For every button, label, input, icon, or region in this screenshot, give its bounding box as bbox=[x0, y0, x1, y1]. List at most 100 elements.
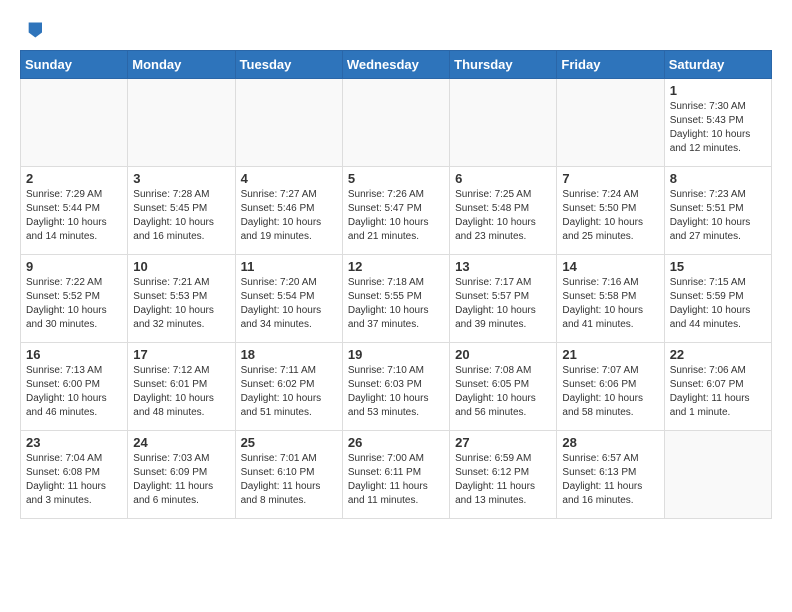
col-header-saturday: Saturday bbox=[664, 51, 771, 79]
calendar-week-4: 16 Sunrise: 7:13 AM Sunset: 6:00 PM Dayli… bbox=[21, 343, 772, 431]
calendar-day-cell: 7 Sunrise: 7:24 AM Sunset: 5:50 PM Daylig… bbox=[557, 167, 664, 255]
calendar-day-cell bbox=[664, 431, 771, 519]
calendar-day-cell: 25 Sunrise: 7:01 AM Sunset: 6:10 PM Dayli… bbox=[235, 431, 342, 519]
day-number: 27 bbox=[455, 435, 551, 450]
calendar-day-cell: 26 Sunrise: 7:00 AM Sunset: 6:11 PM Dayli… bbox=[342, 431, 449, 519]
day-number: 26 bbox=[348, 435, 444, 450]
day-info: Sunrise: 7:07 AM Sunset: 6:06 PM Dayligh… bbox=[562, 364, 658, 420]
day-number: 21 bbox=[562, 347, 658, 362]
calendar-day-cell: 5 Sunrise: 7:26 AM Sunset: 5:47 PM Daylig… bbox=[342, 167, 449, 255]
day-number: 9 bbox=[26, 259, 122, 274]
day-number: 3 bbox=[133, 171, 229, 186]
day-info: Sunrise: 7:24 AM Sunset: 5:50 PM Dayligh… bbox=[562, 188, 658, 244]
calendar-day-cell: 13 Sunrise: 7:17 AM Sunset: 5:57 PM Dayli… bbox=[450, 255, 557, 343]
calendar-day-cell: 28 Sunrise: 6:57 AM Sunset: 6:13 PM Dayli… bbox=[557, 431, 664, 519]
day-info: Sunrise: 7:18 AM Sunset: 5:55 PM Dayligh… bbox=[348, 276, 444, 332]
day-number: 2 bbox=[26, 171, 122, 186]
col-header-tuesday: Tuesday bbox=[235, 51, 342, 79]
day-number: 10 bbox=[133, 259, 229, 274]
calendar-day-cell: 19 Sunrise: 7:10 AM Sunset: 6:03 PM Dayli… bbox=[342, 343, 449, 431]
day-info: Sunrise: 7:15 AM Sunset: 5:59 PM Dayligh… bbox=[670, 276, 766, 332]
calendar-header-row: SundayMondayTuesdayWednesdayThursdayFrid… bbox=[21, 51, 772, 79]
day-number: 28 bbox=[562, 435, 658, 450]
calendar-week-5: 23 Sunrise: 7:04 AM Sunset: 6:08 PM Dayli… bbox=[21, 431, 772, 519]
day-info: Sunrise: 6:57 AM Sunset: 6:13 PM Dayligh… bbox=[562, 452, 658, 508]
logo bbox=[20, 20, 42, 40]
day-info: Sunrise: 7:25 AM Sunset: 5:48 PM Dayligh… bbox=[455, 188, 551, 244]
calendar-day-cell: 3 Sunrise: 7:28 AM Sunset: 5:45 PM Daylig… bbox=[128, 167, 235, 255]
day-number: 6 bbox=[455, 171, 551, 186]
day-number: 25 bbox=[241, 435, 337, 450]
day-info: Sunrise: 7:10 AM Sunset: 6:03 PM Dayligh… bbox=[348, 364, 444, 420]
calendar-day-cell: 8 Sunrise: 7:23 AM Sunset: 5:51 PM Daylig… bbox=[664, 167, 771, 255]
day-info: Sunrise: 7:06 AM Sunset: 6:07 PM Dayligh… bbox=[670, 364, 766, 420]
day-number: 7 bbox=[562, 171, 658, 186]
day-number: 18 bbox=[241, 347, 337, 362]
col-header-monday: Monday bbox=[128, 51, 235, 79]
calendar-week-1: 1 Sunrise: 7:30 AM Sunset: 5:43 PM Daylig… bbox=[21, 79, 772, 167]
day-info: Sunrise: 7:03 AM Sunset: 6:09 PM Dayligh… bbox=[133, 452, 229, 508]
calendar-day-cell bbox=[21, 79, 128, 167]
calendar-day-cell: 12 Sunrise: 7:18 AM Sunset: 5:55 PM Dayli… bbox=[342, 255, 449, 343]
calendar-day-cell: 4 Sunrise: 7:27 AM Sunset: 5:46 PM Daylig… bbox=[235, 167, 342, 255]
day-number: 4 bbox=[241, 171, 337, 186]
day-info: Sunrise: 7:12 AM Sunset: 6:01 PM Dayligh… bbox=[133, 364, 229, 420]
calendar-day-cell: 23 Sunrise: 7:04 AM Sunset: 6:08 PM Dayli… bbox=[21, 431, 128, 519]
calendar-week-2: 2 Sunrise: 7:29 AM Sunset: 5:44 PM Daylig… bbox=[21, 167, 772, 255]
day-info: Sunrise: 7:04 AM Sunset: 6:08 PM Dayligh… bbox=[26, 452, 122, 508]
calendar-table: SundayMondayTuesdayWednesdayThursdayFrid… bbox=[20, 50, 772, 519]
day-number: 13 bbox=[455, 259, 551, 274]
day-info: Sunrise: 7:27 AM Sunset: 5:46 PM Dayligh… bbox=[241, 188, 337, 244]
day-info: Sunrise: 7:23 AM Sunset: 5:51 PM Dayligh… bbox=[670, 188, 766, 244]
calendar-day-cell bbox=[450, 79, 557, 167]
day-number: 19 bbox=[348, 347, 444, 362]
day-info: Sunrise: 7:13 AM Sunset: 6:00 PM Dayligh… bbox=[26, 364, 122, 420]
day-info: Sunrise: 7:00 AM Sunset: 6:11 PM Dayligh… bbox=[348, 452, 444, 508]
day-info: Sunrise: 7:16 AM Sunset: 5:58 PM Dayligh… bbox=[562, 276, 658, 332]
calendar-day-cell: 9Sunrise: 7:22 AM Sunset: 5:52 PM Daylig… bbox=[21, 255, 128, 343]
calendar-day-cell bbox=[342, 79, 449, 167]
day-number: 17 bbox=[133, 347, 229, 362]
day-number: 22 bbox=[670, 347, 766, 362]
col-header-thursday: Thursday bbox=[450, 51, 557, 79]
day-number: 23 bbox=[26, 435, 122, 450]
calendar-day-cell: 27Sunrise: 6:59 AM Sunset: 6:12 PM Dayli… bbox=[450, 431, 557, 519]
calendar-day-cell: 21 Sunrise: 7:07 AM Sunset: 6:06 PM Dayli… bbox=[557, 343, 664, 431]
day-number: 16 bbox=[26, 347, 122, 362]
page-header bbox=[20, 20, 772, 40]
calendar-day-cell: 6 Sunrise: 7:25 AM Sunset: 5:48 PM Daylig… bbox=[450, 167, 557, 255]
calendar-day-cell bbox=[128, 79, 235, 167]
col-header-wednesday: Wednesday bbox=[342, 51, 449, 79]
calendar-day-cell: 14 Sunrise: 7:16 AM Sunset: 5:58 PM Dayli… bbox=[557, 255, 664, 343]
calendar-day-cell: 15 Sunrise: 7:15 AM Sunset: 5:59 PM Dayli… bbox=[664, 255, 771, 343]
day-info: Sunrise: 7:30 AM Sunset: 5:43 PM Dayligh… bbox=[670, 100, 766, 156]
calendar-day-cell: 1 Sunrise: 7:30 AM Sunset: 5:43 PM Daylig… bbox=[664, 79, 771, 167]
day-info: Sunrise: 7:11 AM Sunset: 6:02 PM Dayligh… bbox=[241, 364, 337, 420]
day-number: 12 bbox=[348, 259, 444, 274]
day-info: Sunrise: 7:20 AM Sunset: 5:54 PM Dayligh… bbox=[241, 276, 337, 332]
day-info: Sunrise: 7:29 AM Sunset: 5:44 PM Dayligh… bbox=[26, 188, 122, 244]
calendar-day-cell: 11Sunrise: 7:20 AM Sunset: 5:54 PM Dayli… bbox=[235, 255, 342, 343]
day-number: 15 bbox=[670, 259, 766, 274]
calendar-week-3: 9Sunrise: 7:22 AM Sunset: 5:52 PM Daylig… bbox=[21, 255, 772, 343]
day-info: Sunrise: 7:26 AM Sunset: 5:47 PM Dayligh… bbox=[348, 188, 444, 244]
logo-icon bbox=[22, 20, 42, 40]
day-info: Sunrise: 7:28 AM Sunset: 5:45 PM Dayligh… bbox=[133, 188, 229, 244]
day-number: 5 bbox=[348, 171, 444, 186]
day-number: 24 bbox=[133, 435, 229, 450]
calendar-day-cell bbox=[235, 79, 342, 167]
calendar-day-cell: 17 Sunrise: 7:12 AM Sunset: 6:01 PM Dayli… bbox=[128, 343, 235, 431]
day-number: 8 bbox=[670, 171, 766, 186]
calendar-day-cell: 16 Sunrise: 7:13 AM Sunset: 6:00 PM Dayli… bbox=[21, 343, 128, 431]
calendar-day-cell bbox=[557, 79, 664, 167]
col-header-sunday: Sunday bbox=[21, 51, 128, 79]
col-header-friday: Friday bbox=[557, 51, 664, 79]
calendar-day-cell: 24 Sunrise: 7:03 AM Sunset: 6:09 PM Dayli… bbox=[128, 431, 235, 519]
day-number: 1 bbox=[670, 83, 766, 98]
day-info: Sunrise: 7:17 AM Sunset: 5:57 PM Dayligh… bbox=[455, 276, 551, 332]
calendar-day-cell: 18 Sunrise: 7:11 AM Sunset: 6:02 PM Dayli… bbox=[235, 343, 342, 431]
day-number: 14 bbox=[562, 259, 658, 274]
calendar-day-cell: 10Sunrise: 7:21 AM Sunset: 5:53 PM Dayli… bbox=[128, 255, 235, 343]
day-info: Sunrise: 7:08 AM Sunset: 6:05 PM Dayligh… bbox=[455, 364, 551, 420]
day-info: Sunrise: 7:01 AM Sunset: 6:10 PM Dayligh… bbox=[241, 452, 337, 508]
